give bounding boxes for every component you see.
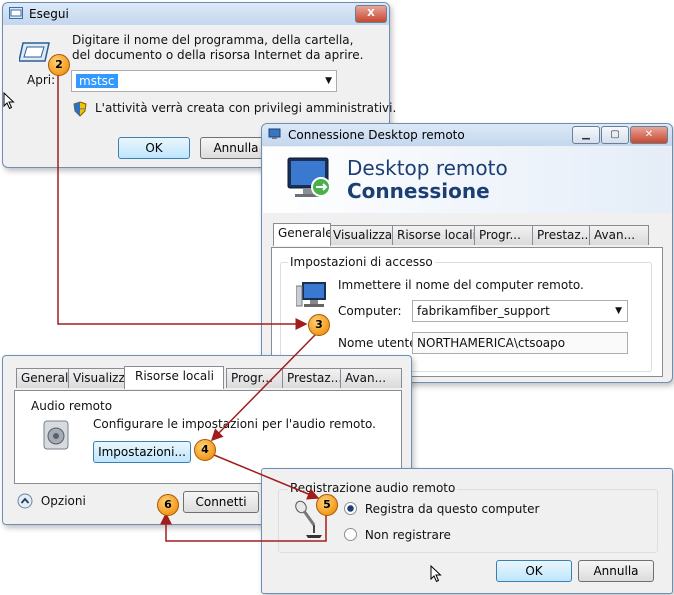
close-icon: X [367, 8, 375, 19]
access-settings-title: Impostazioni di accesso [288, 255, 435, 269]
radio-empty-icon [344, 528, 357, 541]
option-record-label: Registra da questo computer [364, 501, 540, 516]
minimize-button[interactable]: ▁ [572, 126, 600, 144]
radio-no-record[interactable]: Non registrare [344, 527, 451, 542]
callout-step-5: 5 [316, 494, 338, 516]
rdc-instruction: Immettere il nome del computer remoto. [338, 278, 584, 292]
tab-generale[interactable]: Generale [273, 223, 331, 246]
computer-value: fabrikamfiber_support [417, 304, 550, 318]
options-toggle[interactable]: Opzioni [17, 493, 86, 509]
options-label: Opzioni [40, 494, 86, 508]
rdc-titlebar: Connessione Desktop remoto ▁ ▢ ✕ [262, 124, 672, 146]
option-no-record-label: Non registrare [364, 527, 451, 542]
tab-programmi[interactable]: Progr... [226, 368, 284, 388]
audio-cancel-button[interactable]: Annulla [578, 560, 654, 582]
run-description: Digitare il nome del programma, della ca… [72, 33, 364, 62]
radio-selected-icon [344, 502, 357, 515]
username-value: NORTHAMERICA\ctsoapo [417, 336, 566, 350]
audio-recording-title: Registrazione audio remoto [288, 481, 458, 495]
rdc-app-icon [268, 128, 281, 139]
tab-risorse-locali[interactable]: Risorse locali [392, 225, 477, 245]
tab-visualizza[interactable]: Visualizza [328, 225, 395, 245]
tab-prestazioni[interactable]: Prestaz... [282, 368, 342, 388]
shield-icon [73, 101, 87, 117]
audio-settings-button[interactable]: Impostazioni... [93, 441, 191, 463]
run-close-button[interactable]: X [355, 5, 387, 23]
computer-icon [296, 282, 326, 307]
mouse-cursor-icon [3, 92, 15, 110]
rdc-title: Connessione Desktop remoto [288, 128, 465, 142]
rdc-tab-strip: Generale Visualizza Risorse locali Progr… [273, 223, 663, 247]
tab-visualizza[interactable]: Visualizza [68, 368, 129, 388]
run-titlebar: Esegui X [3, 3, 389, 25]
maximize-icon: ▢ [610, 129, 620, 140]
tab-prestazioni[interactable]: Prestaz... [532, 225, 592, 245]
tab-avanzate[interactable]: Avan... [340, 368, 402, 388]
run-app-icon [9, 7, 23, 19]
banner-line1: Desktop remoto [347, 156, 508, 180]
computer-label: Computer: [338, 304, 402, 318]
admin-note: L'attività verrà creata con privilegi am… [95, 101, 397, 115]
chevron-down-icon[interactable]: ▼ [615, 301, 622, 321]
minimize-icon: ▁ [582, 129, 590, 140]
audio-ok-button[interactable]: OK [496, 560, 572, 582]
open-input[interactable]: mstsc ▼ [71, 70, 337, 92]
run-program-icon [19, 42, 50, 62]
connect-button[interactable]: Connetti [183, 491, 259, 513]
rdc-window: Connessione Desktop remoto ▁ ▢ ✕ Desktop… [261, 123, 673, 383]
tab-generale[interactable]: Generale [16, 368, 74, 388]
chevron-up-icon [17, 493, 33, 509]
local-tab-strip: Generale Visualizza Risorse locali Progr… [16, 366, 406, 390]
speaker-icon [43, 420, 69, 450]
open-label: Apri: [27, 73, 56, 87]
tab-risorse-locali[interactable]: Risorse locali [124, 366, 224, 389]
rdc-close-button[interactable]: ✕ [630, 126, 668, 144]
audio-description: Configurare le impostazioni per l'audio … [93, 417, 376, 431]
radio-record[interactable]: Registra da questo computer [344, 501, 539, 516]
run-title: Esegui [29, 7, 69, 21]
callout-step-6: 6 [157, 494, 179, 516]
audio-recording-dialog: Registrazione audio remoto Registra da q… [261, 468, 673, 594]
username-label: Nome utente: [338, 336, 421, 350]
banner-line2: Connessione [347, 179, 490, 203]
open-input-value: mstsc [76, 74, 118, 88]
tab-programmi[interactable]: Progr... [474, 225, 535, 245]
callout-step-3: 3 [308, 314, 330, 336]
callout-step-4: 4 [194, 439, 216, 461]
computer-combobox[interactable]: fabrikamfiber_support ▼ [412, 300, 628, 322]
username-field[interactable]: NORTHAMERICA\ctsoapo [412, 332, 628, 354]
mouse-cursor-icon [430, 565, 442, 583]
chevron-down-icon[interactable]: ▼ [325, 71, 332, 91]
maximize-button[interactable]: ▢ [601, 126, 629, 144]
monitor-icon [287, 157, 331, 197]
run-ok-button[interactable]: OK [118, 137, 190, 159]
tab-avanzate[interactable]: Avan... [589, 225, 649, 245]
callout-step-2: 2 [48, 54, 70, 76]
audio-group-title: Audio remoto [31, 399, 113, 413]
close-icon: ✕ [644, 129, 654, 140]
rdc-banner: Desktop remoto Connessione [263, 147, 671, 213]
